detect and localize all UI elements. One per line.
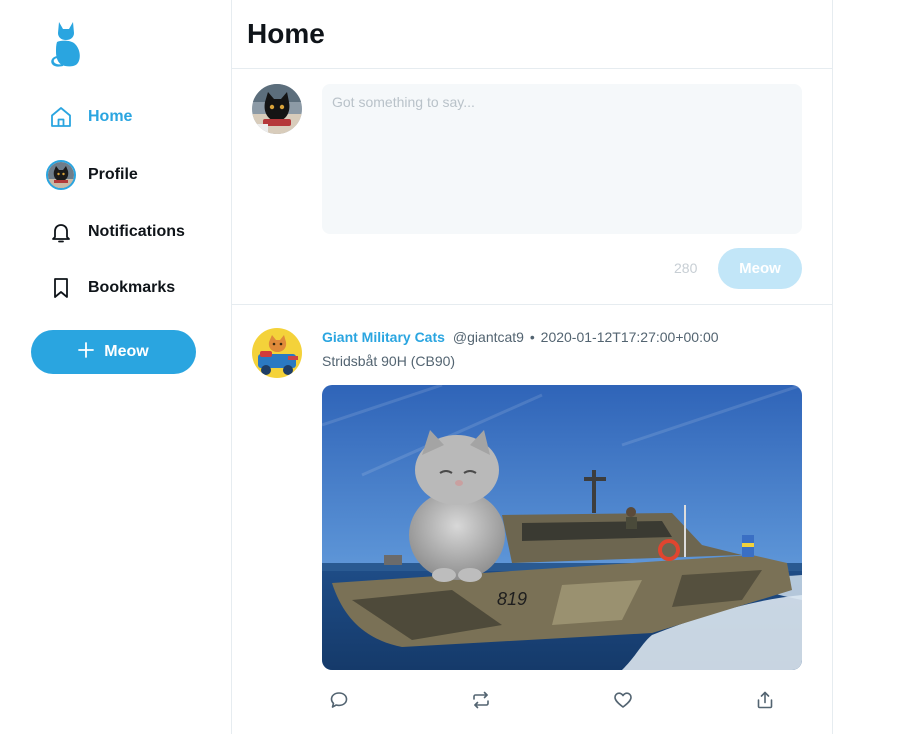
- app: Home Profile Notifications Bookmarks Meo…: [0, 0, 908, 734]
- char-count: 280: [674, 260, 698, 276]
- meow-button-label: Meow: [104, 343, 149, 360]
- composer: 280 Meow: [232, 69, 832, 305]
- avatar[interactable]: [252, 84, 302, 134]
- home-icon: [46, 102, 76, 132]
- nav-profile-label: Profile: [88, 166, 138, 183]
- nav-notifications-label: Notifications: [88, 223, 185, 240]
- nav-home[interactable]: Home: [46, 100, 132, 134]
- nav-bookmarks[interactable]: Bookmarks: [46, 271, 175, 305]
- post-timestamp[interactable]: 2020-01-12T17:27:00+00:00: [541, 329, 719, 345]
- reply-icon[interactable]: [322, 685, 356, 715]
- post-image[interactable]: 819: [322, 385, 802, 670]
- page-header: Home: [232, 0, 832, 69]
- share-icon[interactable]: [748, 685, 782, 715]
- separator-dot: •: [525, 329, 539, 345]
- svg-text:819: 819: [497, 589, 527, 609]
- avatar: [46, 160, 76, 190]
- submit-meow-button[interactable]: Meow: [718, 248, 802, 289]
- plus-icon: [78, 340, 95, 362]
- author-handle[interactable]: @giantcat9: [453, 329, 524, 345]
- page-title: Home: [247, 18, 325, 49]
- sidebar: Home Profile Notifications Bookmarks Meo…: [0, 0, 231, 734]
- cat-logo-icon[interactable]: [48, 20, 82, 68]
- post-actions: [322, 685, 802, 715]
- nav-bookmarks-label: Bookmarks: [88, 279, 176, 296]
- bookmark-icon: [46, 273, 76, 303]
- nav-home-label: Home: [88, 108, 133, 125]
- compose-input[interactable]: [322, 84, 802, 234]
- nav-profile[interactable]: Profile: [46, 158, 138, 192]
- like-icon[interactable]: [606, 685, 640, 715]
- bell-icon: [46, 217, 76, 247]
- nav-notifications[interactable]: Notifications: [46, 215, 185, 249]
- retweet-icon[interactable]: [464, 685, 498, 715]
- post-meta: Giant Military Cats @giantcat9 • 2020-01-…: [322, 329, 719, 345]
- meow-button[interactable]: Meow: [31, 330, 196, 374]
- main-column: Home 280 Meow: [231, 0, 833, 734]
- avatar[interactable]: [252, 328, 302, 378]
- author-name[interactable]: Giant Military Cats: [322, 329, 445, 345]
- post-text: Stridsbåt 90H (CB90): [322, 353, 456, 369]
